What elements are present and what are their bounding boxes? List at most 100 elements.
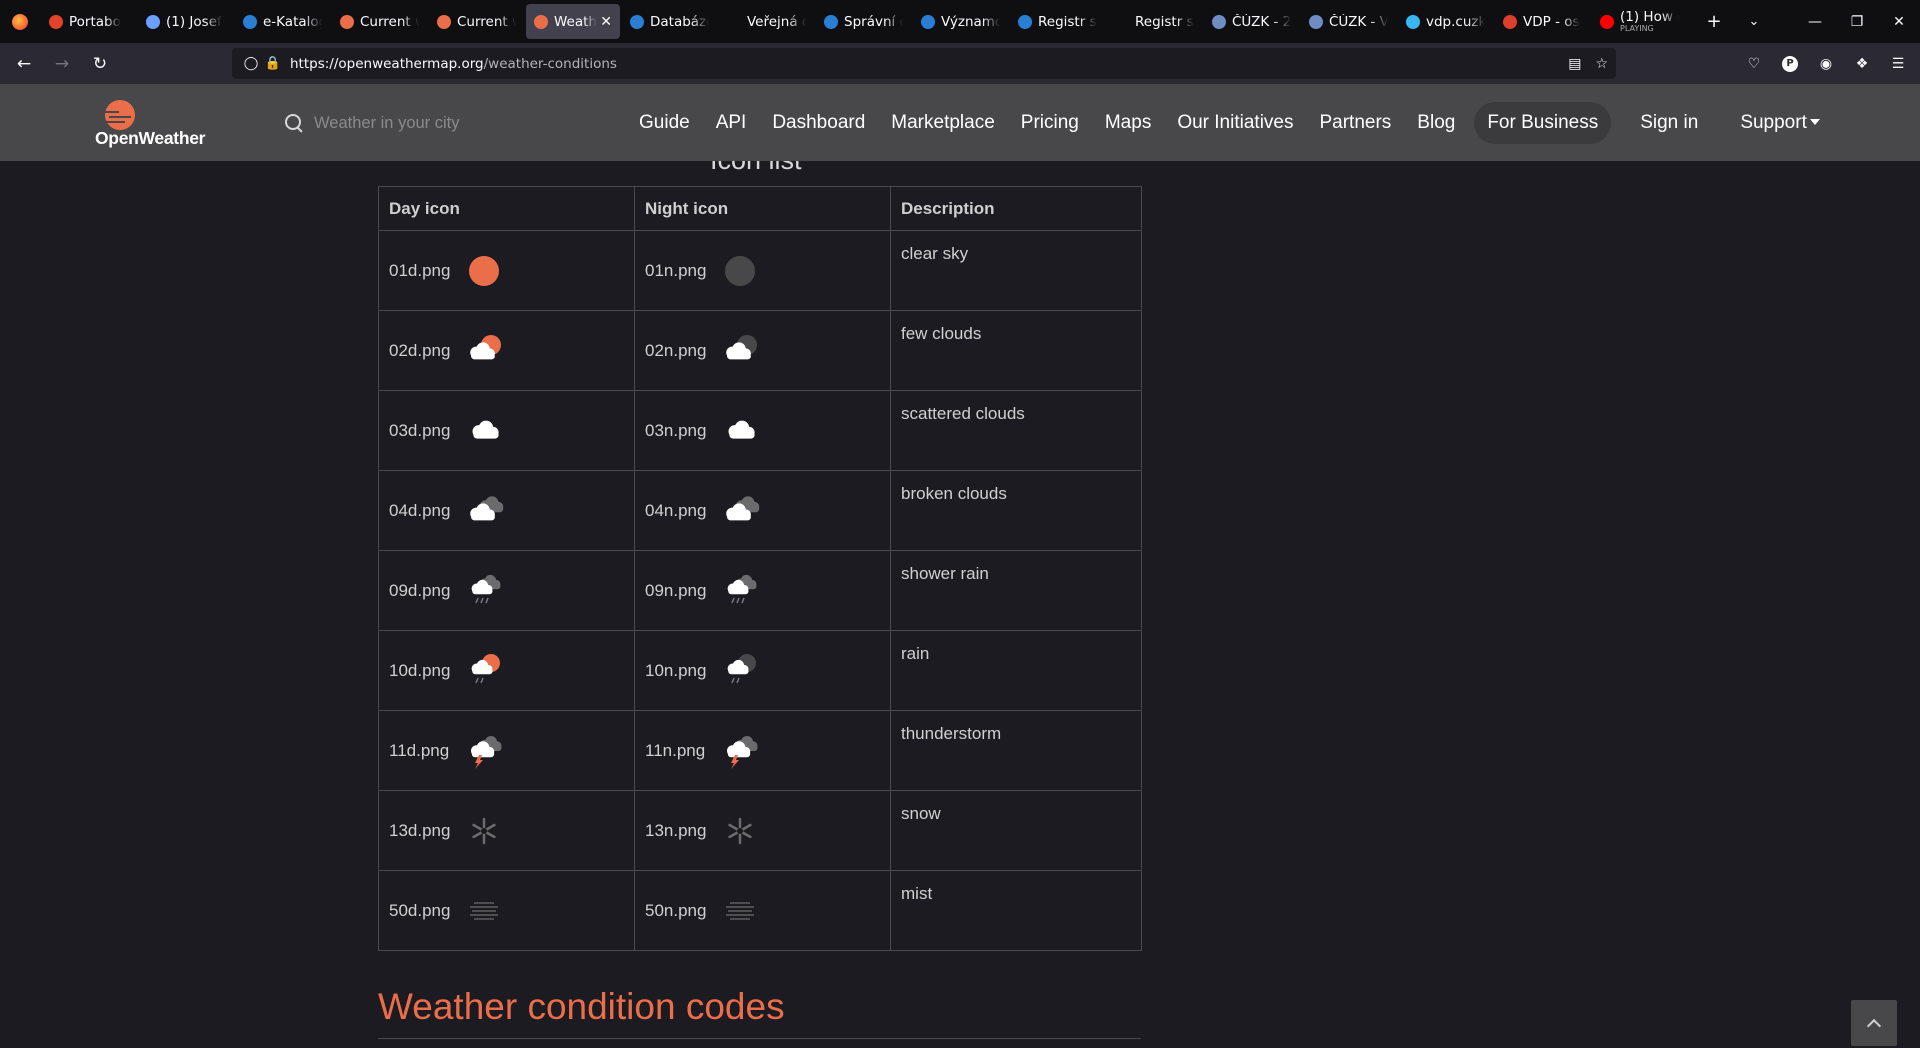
openweather-logo[interactable]: OpenWeather [95,98,215,148]
browser-tab[interactable]: Weath ✕ [526,4,620,39]
tab-title: ČÚZK - 2 [1232,13,1291,30]
night-icon-cell: 11n.png [634,710,891,791]
extensions-puzzle-icon[interactable]: ❖ [1846,48,1878,80]
nav-dashboard[interactable]: Dashboard [759,112,878,134]
for-business-button[interactable]: For Business [1474,101,1612,144]
nav-pricing[interactable]: Pricing [1008,112,1092,134]
city-search [284,108,534,138]
site-header: OpenWeather Guide API Dashboard Marketpl… [0,84,1920,161]
profile-icon[interactable]: P [1774,48,1806,80]
night-snow-icon [720,811,760,851]
search-input[interactable] [314,113,534,133]
bookmark-star-icon[interactable]: ☆ [1595,56,1608,72]
close-tab-icon[interactable]: ✕ [600,14,612,30]
tab-title: Weath [554,13,597,30]
day-icon-cell: 04d.png [378,470,635,551]
nav-blog[interactable]: Blog [1404,112,1468,134]
tab-title: ČÚZK - V [1329,13,1388,30]
reader-view-icon[interactable]: ▤ [1568,56,1581,72]
nav-maps[interactable]: Maps [1092,112,1164,134]
list-all-tabs-icon[interactable]: ⌄ [1734,0,1774,43]
browser-tab[interactable]: Registr s [1010,4,1105,39]
icon-filename: 13n.png [645,820,707,840]
minimize-icon[interactable]: — [1794,0,1836,43]
tab-title: (1) Josef [166,13,222,30]
tab-favicon-icon [824,14,838,29]
restore-icon[interactable]: ❐ [1836,0,1878,43]
icon-filename: 11d.png [389,740,450,760]
nav-api[interactable]: API [703,112,760,134]
nav-marketplace[interactable]: Marketplace [878,112,1008,134]
reload-icon[interactable]: ↻ [82,48,118,80]
browser-tab[interactable]: ČÚZK - 2 [1204,4,1299,39]
new-tab-button[interactable]: + [1694,0,1734,43]
day-icon-cell: 50d.png [378,870,635,951]
browser-tab[interactable]: Registr sčíta [1107,4,1202,39]
tab-title: Portabo [69,13,121,30]
night-icon-cell: 02n.png [634,310,891,391]
night-thunderstorm-icon [720,731,760,771]
table-header-row: Day icon Night icon Description [378,186,1142,231]
header-day-icon: Day icon [378,186,635,231]
browser-tab[interactable]: vdp.cuzk [1398,4,1493,39]
address-bar[interactable]: ◯ 🔒 https://openweathermap.org/weather-c… [232,48,1616,79]
tab-favicon-icon [1600,14,1614,29]
search-icon[interactable] [284,113,304,133]
browser-tab[interactable]: Významo [913,4,1008,39]
nav-guide[interactable]: Guide [626,112,703,134]
page-content: Icon list Day icon Night icon Descriptio… [0,161,1920,1048]
browser-tab[interactable]: Databáze [622,4,717,39]
nav-partners[interactable]: Partners [1306,112,1404,134]
tab-favicon-icon [1503,14,1517,29]
tab-title: Registr sčíta [1135,13,1194,30]
url-text[interactable]: https://openweathermap.org/weather-condi… [290,56,617,72]
sign-in-link[interactable]: Sign in [1627,112,1711,134]
tab-title: (1) How C [1620,8,1679,25]
sun-logo-icon [105,100,135,130]
table-row: 10d.png 10n.png rain [378,630,1142,711]
support-menu[interactable]: Support [1727,112,1833,134]
browser-tab[interactable]: e-Katalog [235,4,330,39]
browser-tab[interactable]: ČÚZK - V [1301,4,1396,39]
icon-filename: 03n.png [645,420,707,440]
browser-tab[interactable]: Správní c [816,4,911,39]
tab-title: vdp.cuzk [1426,13,1485,30]
table-row: 11d.png 11n.png thunderstorm [378,710,1142,791]
night-shower-rain-icon [720,571,760,611]
scroll-to-top-button[interactable] [1851,1000,1897,1046]
back-icon[interactable]: ← [6,48,42,80]
night-broken-clouds-icon [720,491,760,531]
app-menu-icon[interactable]: ☰ [1882,48,1914,80]
browser-tab[interactable]: (1) Josef [138,4,233,39]
tab-favicon-icon [1212,14,1226,29]
night-icon-cell: 03n.png [634,390,891,471]
icon-filename: 10n.png [645,660,707,680]
shield-icon[interactable]: ◯ [240,56,262,71]
night-icon-cell: 10n.png [634,630,891,711]
browser-tab[interactable]: Current w [332,4,427,39]
tab-title: Databáze [650,13,709,30]
table-row: 50d.png 50n.png mist [378,870,1142,951]
day-scattered-clouds-icon [464,411,504,451]
extension-icon[interactable]: ◉ [1810,48,1842,80]
firefox-menu-icon[interactable] [0,0,40,43]
icon-filename: 50d.png [389,900,451,920]
night-icon-cell: 50n.png [634,870,891,951]
pocket-icon[interactable]: ♡ [1738,48,1770,80]
browser-tab[interactable]: Veřejná data [719,4,814,39]
browser-tab[interactable]: (1) How CPLAYING [1592,4,1687,39]
divider [378,1038,1141,1039]
nav-our-initiatives[interactable]: Our Initiatives [1164,112,1306,134]
tab-title: e-Katalog [263,13,322,30]
lock-icon[interactable]: 🔒 [262,56,284,71]
icon-filename: 01n.png [645,260,707,280]
browser-tab[interactable]: Current w [429,4,524,39]
tab-favicon-icon [534,14,548,29]
browser-tab[interactable]: VDP - os [1495,4,1590,39]
close-window-icon[interactable]: ✕ [1878,0,1920,43]
night-scattered-clouds-icon [720,411,760,451]
profile-letter: P [1782,55,1798,72]
browser-tab[interactable]: Portabo [41,4,136,39]
forward-icon[interactable]: → [44,48,80,80]
tab-title: Veřejná data [747,13,806,30]
